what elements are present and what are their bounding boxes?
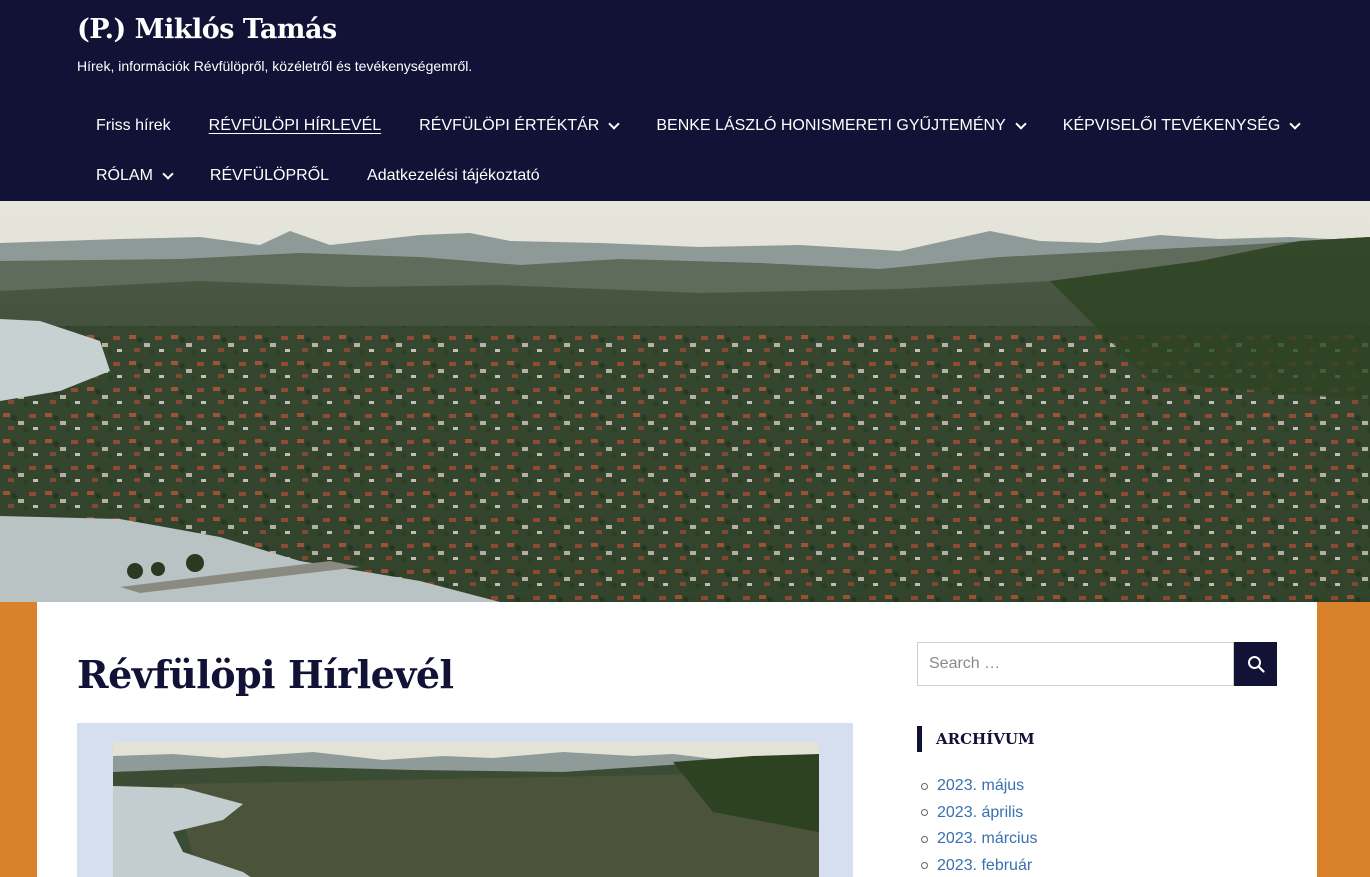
archive-widget-title: ARCHÍVUM <box>917 726 1035 752</box>
search-button[interactable] <box>1234 642 1277 686</box>
archive-link[interactable]: 2023. március <box>937 830 1038 848</box>
nav-item-friss-hirek[interactable]: Friss hírek <box>77 101 190 151</box>
bullet-icon <box>921 782 928 790</box>
list-item: 2023. március <box>921 826 1038 853</box>
site-description: Hírek, információk Révfülöpről, közéletr… <box>77 58 473 74</box>
chevron-down-icon[interactable] <box>1015 117 1027 130</box>
featured-landscape-photo <box>113 742 819 877</box>
site-header: (P.) Miklós Tamás Hírek, információk Rév… <box>0 0 1370 201</box>
search-input[interactable] <box>917 642 1234 686</box>
nav-row-2: RÓLAM RÉVFÜLÖPRŐL Adatkezelési tájékozta… <box>77 151 1257 201</box>
chevron-down-icon[interactable] <box>1289 117 1302 130</box>
landscape-photo <box>0 201 1370 602</box>
list-item: 2023. április <box>921 800 1038 827</box>
nav-item-adatkezelesi[interactable]: Adatkezelési tájékoztató <box>348 151 559 201</box>
nav-item-label: BENKE LÁSZLÓ HONISMERETI GYŰJTEMÉNY <box>656 117 1006 134</box>
main-navigation: Friss hírek RÉVFÜLÖPI HÍRLEVÉL RÉVFÜLÖPI… <box>77 101 1302 201</box>
featured-image-frame <box>77 723 853 877</box>
archive-link[interactable]: 2023. május <box>937 777 1024 795</box>
bullet-icon <box>921 862 928 870</box>
search-icon <box>1247 656 1265 673</box>
site-title[interactable]: (P.) Miklós Tamás <box>77 14 337 45</box>
featured-image[interactable] <box>113 742 819 877</box>
page-title: Révfülöpi Hírlevél <box>77 652 454 697</box>
chevron-down-icon[interactable] <box>608 117 621 130</box>
chevron-down-icon[interactable] <box>162 167 174 180</box>
nav-item-revfuloprol[interactable]: RÉVFÜLÖPRŐL <box>191 151 348 201</box>
archive-link[interactable]: 2023. április <box>937 804 1023 822</box>
nav-item-label: Adatkezelési tájékoztató <box>367 167 540 184</box>
list-item: 2023. május <box>921 773 1038 800</box>
nav-item-label: KÉPVISELŐI TEVÉKENYSÉG <box>1062 117 1281 134</box>
nav-item-revfulopi-hirlevel[interactable]: RÉVFÜLÖPI HÍRLEVÉL <box>190 101 401 151</box>
nav-item-label: RÉVFÜLÖPI ÉRTÉKTÁR <box>419 117 600 134</box>
header-image <box>0 201 1370 602</box>
nav-item-revfulopi-ertektar[interactable]: RÉVFÜLÖPI ÉRTÉKTÁR <box>400 101 637 151</box>
nav-item-label: RÉVFÜLÖPI HÍRLEVÉL <box>208 117 382 134</box>
bullet-icon <box>921 809 928 817</box>
archive-link[interactable]: 2023. február <box>937 857 1032 875</box>
nav-item-rolam[interactable]: RÓLAM <box>77 151 191 201</box>
search-form <box>917 642 1277 686</box>
nav-item-label: Friss hírek <box>96 117 171 134</box>
archive-list: 2023. május 2023. április 2023. március … <box>921 773 1038 877</box>
content-area: Révfülöpi Hírlevél ARCHÍVUM 2023. május … <box>37 602 1317 877</box>
nav-item-label: RÉVFÜLÖPRŐL <box>209 167 330 184</box>
nav-item-benke-laszlo[interactable]: BENKE LÁSZLÓ HONISMERETI GYŰJTEMÉNY <box>637 101 1043 151</box>
list-item: 2023. február <box>921 853 1038 877</box>
bullet-icon <box>921 835 928 843</box>
nav-row-1: Friss hírek RÉVFÜLÖPI HÍRLEVÉL RÉVFÜLÖPI… <box>77 101 1302 151</box>
nav-item-kepviseloi-tevekenyseg[interactable]: KÉPVISELŐI TEVÉKENYSÉG <box>1044 101 1319 151</box>
nav-item-label: RÓLAM <box>96 167 153 184</box>
